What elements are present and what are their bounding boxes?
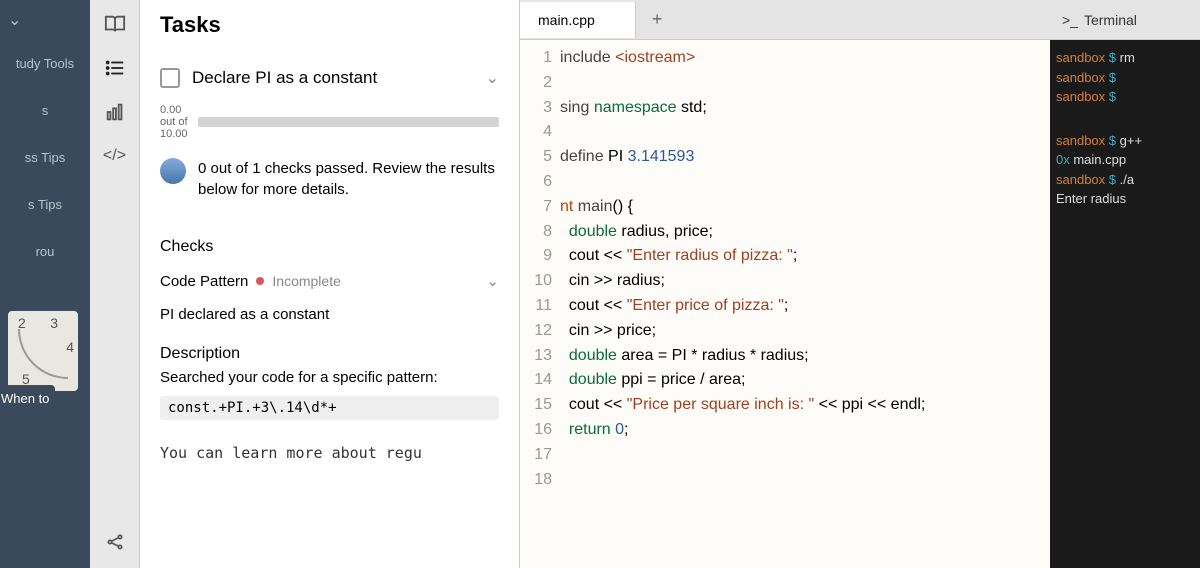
tasks-header: Tasks: [140, 0, 519, 50]
task-card: Declare PI as a constant ⌄ 0.00 out of 1…: [140, 50, 519, 220]
terminal-panel: >_ Terminal sandbox $ rmsandbox $ sandbo…: [1050, 0, 1200, 568]
tab-bar: main.cpp +: [520, 0, 1050, 40]
terminal-prompt-icon: >_: [1062, 12, 1078, 28]
line-gutter: 123456789101112131415161718: [520, 40, 560, 568]
check-status: Incomplete: [272, 273, 340, 289]
when-to-badge: When to: [0, 385, 55, 412]
terminal-header[interactable]: >_ Terminal: [1050, 0, 1200, 40]
check-pi-text: PI declared as a constant: [160, 306, 329, 323]
progress-score: 0.00: [160, 104, 188, 116]
tab-add-button[interactable]: +: [636, 0, 679, 40]
left-nav: ⌄ tudy Tools s ss Tips s Tips rou 23 45 …: [0, 0, 90, 568]
description-heading: Description: [140, 331, 519, 369]
learn-more-text: You can learn more about regu: [140, 424, 519, 482]
progress-bar: [198, 117, 499, 127]
chevron-down-icon[interactable]: ⌄: [486, 68, 499, 88]
code-lines[interactable]: include <iostream> sing namespace std; d…: [560, 40, 925, 568]
description-text: Searched your code for a specific patter…: [140, 369, 519, 392]
result-text: 0 out of 1 checks passed. Review the res…: [198, 158, 499, 200]
nav-spiral-thumb[interactable]: 23 45 When to: [0, 295, 90, 407]
status-dot-icon: [256, 277, 264, 285]
icon-rail: </>: [90, 0, 140, 568]
code-editor[interactable]: 123456789101112131415161718 include <ios…: [520, 40, 1050, 568]
result-row: 0 out of 1 checks passed. Review the res…: [156, 148, 503, 210]
check-label: Code Pattern: [160, 273, 248, 290]
code-icon[interactable]: </>: [103, 144, 127, 168]
nav-top-controls: ⌄: [0, 0, 90, 40]
chevron-down-icon[interactable]: ⌄: [8, 10, 21, 30]
chart-icon[interactable]: [103, 100, 127, 124]
progress-outof: out of: [160, 116, 188, 128]
tab-main-cpp[interactable]: main.cpp: [520, 2, 636, 38]
task-title: Declare PI as a constant: [192, 68, 377, 88]
check-pi-line: PI declared as a constant: [140, 298, 519, 331]
progress-total: 10.00: [160, 128, 188, 140]
terminal-title: Terminal: [1084, 12, 1137, 28]
terminal-body[interactable]: sandbox $ rmsandbox $ sandbox $ sandbox …: [1050, 40, 1200, 217]
task-checkbox[interactable]: [160, 68, 180, 88]
tasks-panel: Tasks Declare PI as a constant ⌄ 0.00 ou…: [140, 0, 520, 568]
nav-study-tools[interactable]: tudy Tools: [0, 40, 90, 87]
robot-icon: [160, 158, 186, 184]
task-title-row[interactable]: Declare PI as a constant ⌄: [156, 60, 503, 96]
nav-item-s[interactable]: s: [0, 87, 90, 134]
editor-area: main.cpp + 123456789101112131415161718 i…: [520, 0, 1050, 568]
nav-item-rou[interactable]: rou: [0, 228, 90, 275]
nav-item-s-tips[interactable]: s Tips: [0, 181, 90, 228]
progress-row: 0.00 out of 10.00: [156, 96, 503, 148]
book-icon[interactable]: [103, 12, 127, 36]
nav-item-ss-tips[interactable]: ss Tips: [0, 134, 90, 181]
check-item[interactable]: Code Pattern Incomplete ⌄: [140, 264, 519, 298]
share-icon[interactable]: [103, 530, 127, 554]
chevron-down-icon[interactable]: ⌄: [486, 272, 499, 290]
list-icon[interactable]: [103, 56, 127, 80]
checks-heading: Checks: [140, 220, 519, 264]
regex-pattern: const.+PI.+3\.14\d*+: [160, 396, 499, 420]
